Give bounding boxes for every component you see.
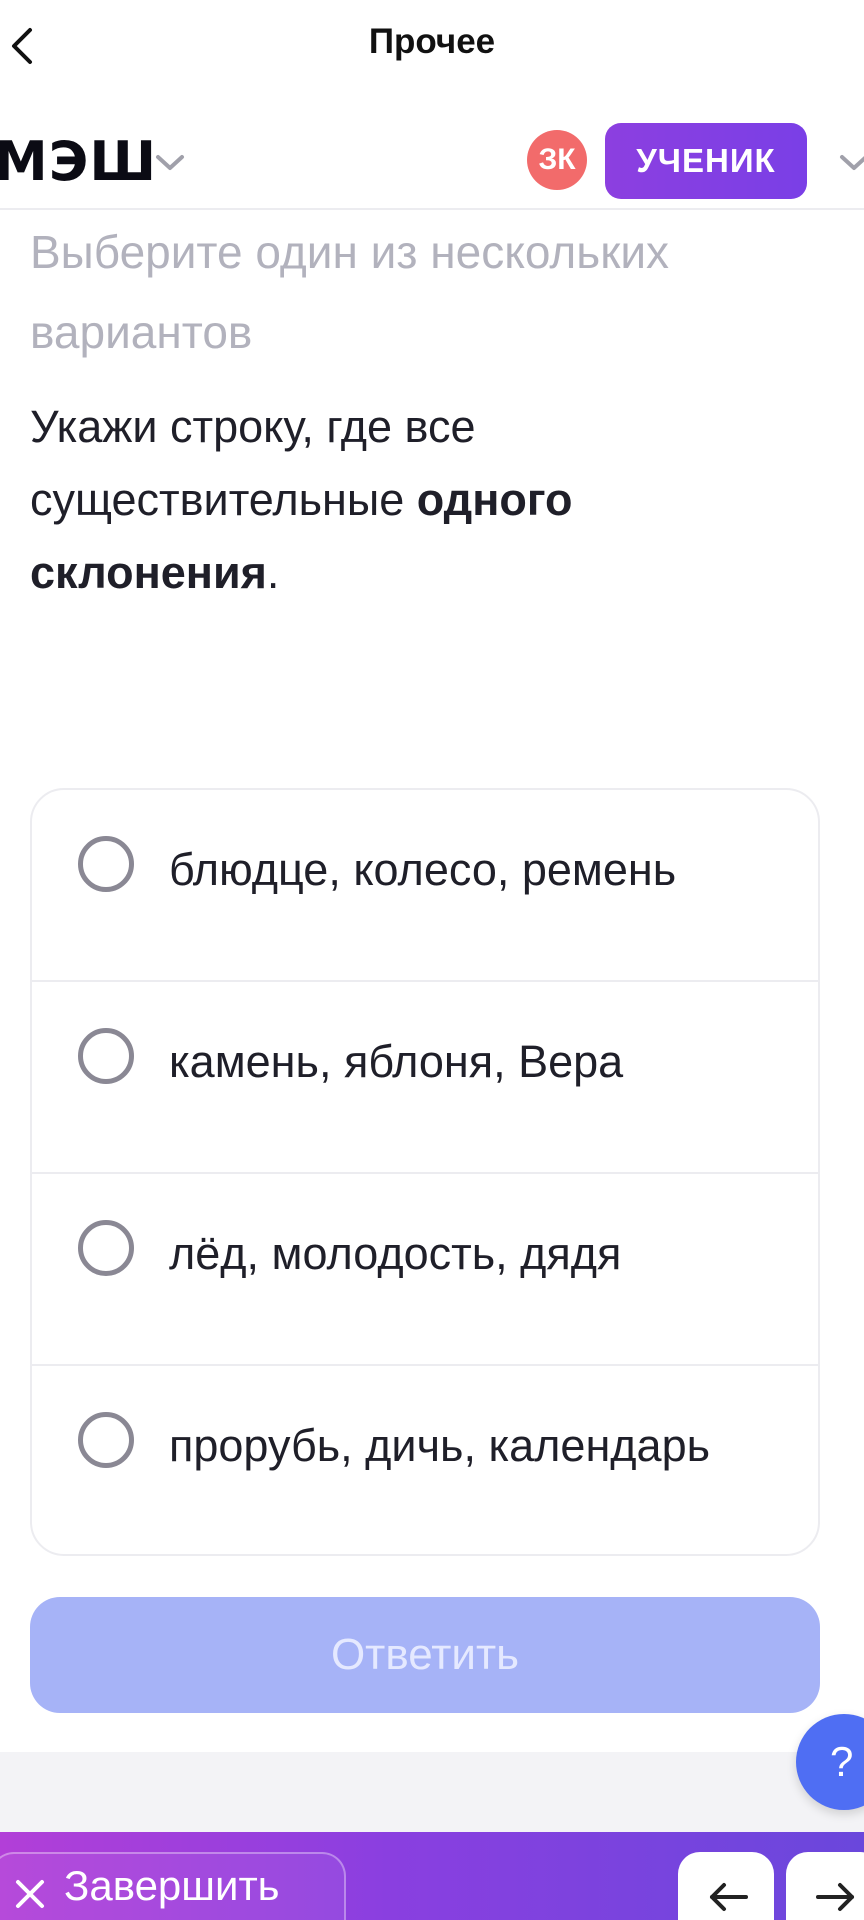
answer-option[interactable]: прорубь, дичь, календарь — [32, 1366, 818, 1554]
app-logo[interactable]: МЭШ — [0, 130, 157, 193]
answer-option[interactable]: камень, яблоня, Вера — [32, 982, 818, 1174]
close-icon — [16, 1880, 44, 1908]
question-end: . — [266, 547, 280, 598]
answer-option-label: прорубь, дичь, календарь — [169, 1420, 711, 1471]
answer-option[interactable]: лёд, молодость, дядя — [32, 1174, 818, 1366]
radio-button[interactable] — [78, 1028, 134, 1084]
radio-button[interactable] — [78, 1412, 134, 1468]
submit-button[interactable]: Ответить — [30, 1597, 820, 1713]
question-text: Укажи строку, где все существительные од… — [30, 390, 810, 609]
answer-option-label: камень, яблоня, Вера — [169, 1036, 624, 1087]
top-nav-bar: Прочее — [0, 0, 864, 96]
avatar[interactable]: ЗК — [527, 130, 587, 190]
radio-button[interactable] — [78, 836, 134, 892]
chevron-down-icon[interactable] — [834, 148, 864, 178]
chevron-down-icon[interactable] — [150, 148, 190, 178]
answer-options: блюдце, колесо, ремень камень, яблоня, В… — [30, 788, 820, 1556]
bottom-action-bar: Завершить — [0, 1832, 864, 1920]
answer-option[interactable]: блюдце, колесо, ремень — [32, 790, 818, 982]
content-bottom-divider — [0, 1752, 864, 1832]
role-badge[interactable]: УЧЕНИК — [605, 123, 807, 199]
answer-option-label: лёд, молодость, дядя — [169, 1228, 622, 1279]
app-header: МЭШ ЗК УЧЕНИК — [0, 112, 864, 210]
answer-option-label: блюдце, колесо, ремень — [169, 844, 677, 895]
task-instruction: Выберите один из нескольких вариантов — [30, 226, 670, 358]
finish-button[interactable]: Завершить — [0, 1852, 346, 1920]
radio-button[interactable] — [78, 1220, 134, 1276]
arrow-left-icon — [710, 1883, 748, 1911]
page-title: Прочее — [368, 22, 496, 61]
question-text-part: Укажи строку, где все существительные — [30, 401, 476, 525]
finish-label: Завершить — [64, 1862, 280, 1909]
previous-question-button[interactable] — [678, 1852, 774, 1920]
next-question-button[interactable] — [786, 1852, 864, 1920]
arrow-right-icon — [816, 1883, 854, 1911]
